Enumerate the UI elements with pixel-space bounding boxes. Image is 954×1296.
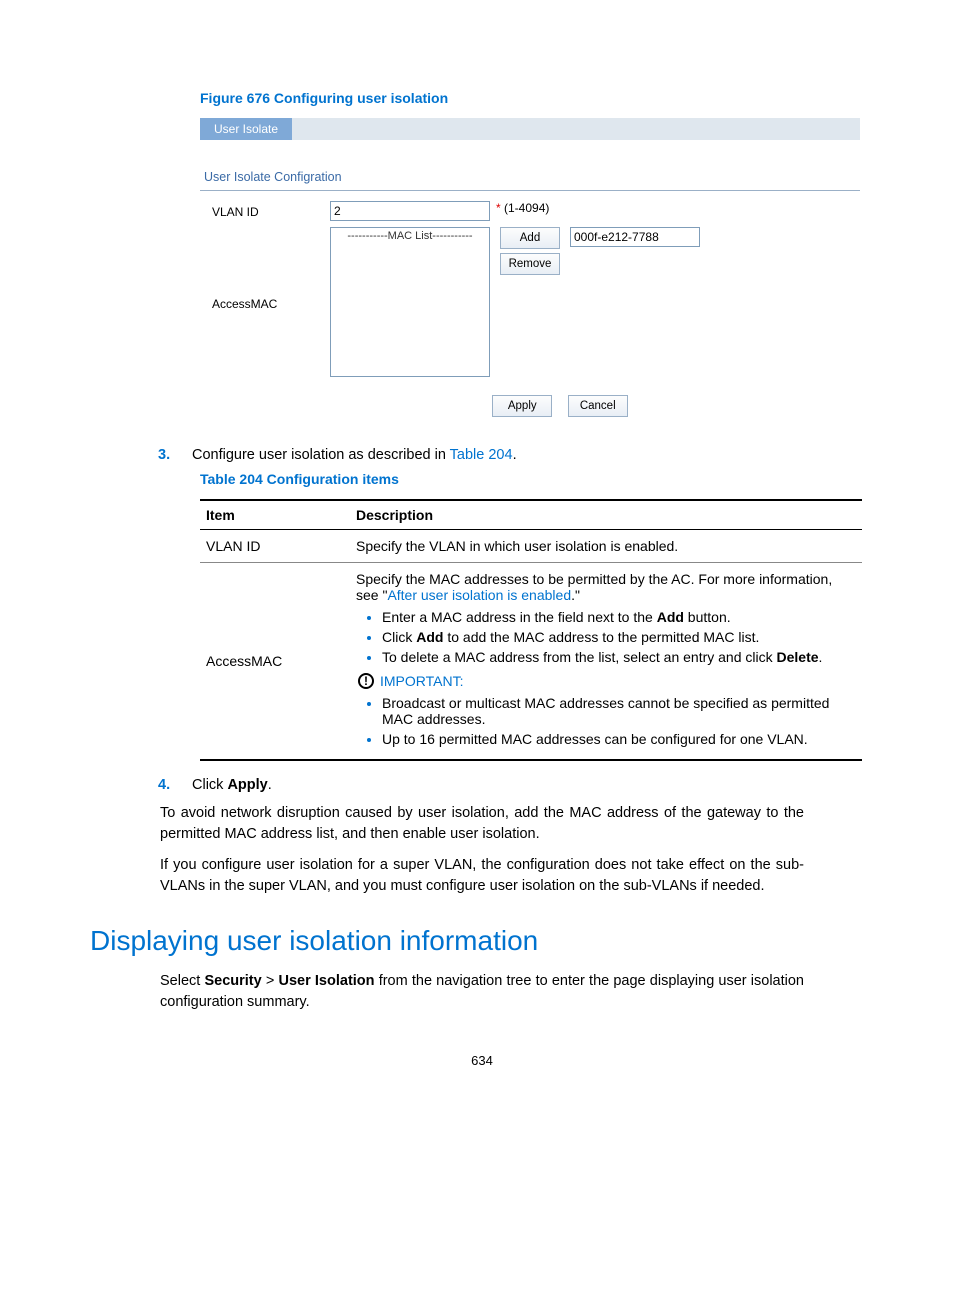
cell-item: AccessMAC xyxy=(200,563,350,761)
step-4: 4. Click Apply. xyxy=(158,777,874,793)
section-heading: Displaying user isolation information xyxy=(90,925,874,957)
tab-user-isolate[interactable]: User Isolate xyxy=(200,118,292,140)
link-after-enabled[interactable]: After user isolation is enabled xyxy=(387,587,571,603)
paragraph: Select Security > User Isolation from th… xyxy=(160,971,804,1013)
th-description: Description xyxy=(350,500,862,530)
vlan-id-label: VLAN ID xyxy=(200,201,330,219)
important-label: ! IMPORTANT: xyxy=(358,673,856,689)
page-number: 634 xyxy=(90,1053,874,1068)
cancel-button[interactable]: Cancel xyxy=(568,395,628,417)
embedded-screenshot: User Isolate User Isolate Configration V… xyxy=(200,118,860,417)
paragraph: If you configure user isolation for a su… xyxy=(160,855,804,897)
table-row: AccessMAC Specify the MAC addresses to b… xyxy=(200,563,862,761)
cell-desc: Specify the MAC addresses to be permitte… xyxy=(350,563,862,761)
paragraph: To avoid network disruption caused by us… xyxy=(160,803,804,845)
figure-caption: Figure 676 Configuring user isolation xyxy=(200,90,874,106)
step-3: 3. Configure user isolation as described… xyxy=(158,447,874,463)
panel-title: User Isolate Configration xyxy=(204,170,860,184)
table-caption: Table 204 Configuration items xyxy=(200,471,874,487)
mac-input[interactable] xyxy=(570,227,700,247)
remove-button[interactable]: Remove xyxy=(500,253,560,275)
vlan-id-input[interactable] xyxy=(330,201,490,221)
list-item: Enter a MAC address in the field next to… xyxy=(382,609,856,625)
link-table-204[interactable]: Table 204 xyxy=(450,447,513,463)
list-item: Up to 16 permitted MAC addresses can be … xyxy=(382,731,856,747)
table-row: VLAN ID Specify the VLAN in which user i… xyxy=(200,530,862,563)
list-item: Broadcast or multicast MAC addresses can… xyxy=(382,695,856,727)
add-button[interactable]: Add xyxy=(500,227,560,249)
th-item: Item xyxy=(200,500,350,530)
list-item: Click Add to add the MAC address to the … xyxy=(382,629,856,645)
vlan-id-hint: * (1-4094) xyxy=(496,201,549,215)
accessmac-label: AccessMAC xyxy=(200,227,330,311)
apply-button[interactable]: Apply xyxy=(492,395,552,417)
cell-item: VLAN ID xyxy=(200,530,350,563)
cell-desc: Specify the VLAN in which user isolation… xyxy=(350,530,862,563)
tab-bar: User Isolate xyxy=(200,118,860,140)
config-items-table: Item Description VLAN ID Specify the VLA… xyxy=(200,499,862,761)
mac-listbox[interactable]: -----------MAC List----------- xyxy=(330,227,490,377)
list-item: To delete a MAC address from the list, s… xyxy=(382,649,856,665)
exclamation-icon: ! xyxy=(358,673,374,689)
